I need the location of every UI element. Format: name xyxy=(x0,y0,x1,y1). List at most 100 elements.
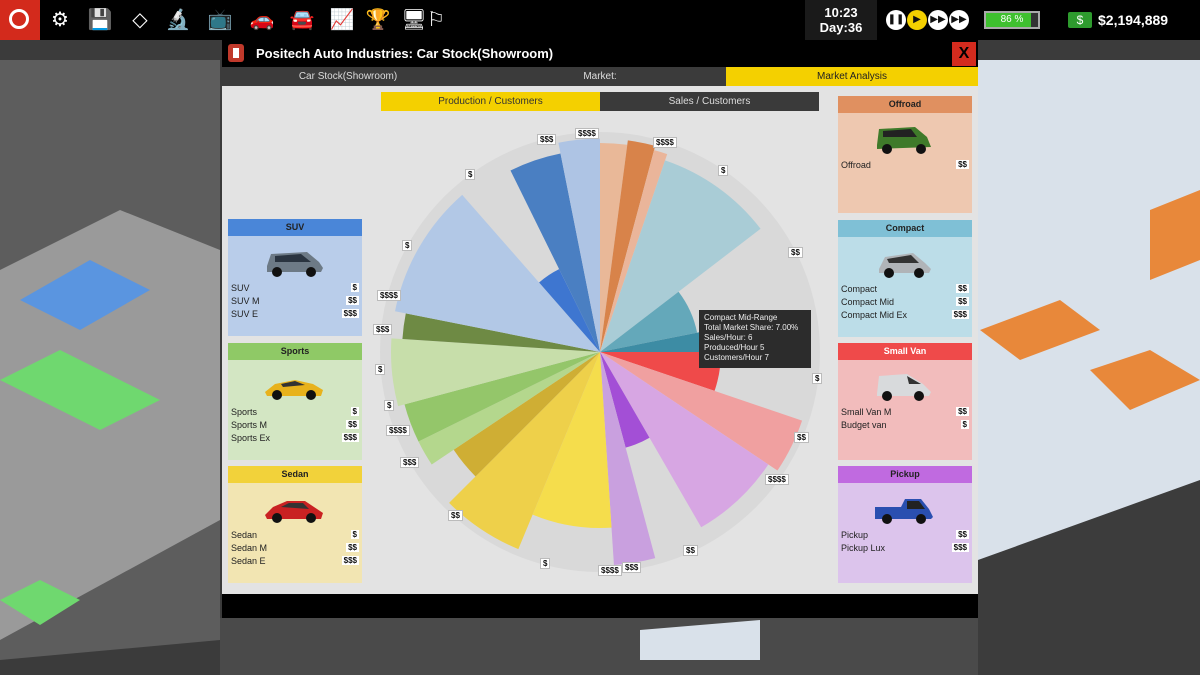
model-name: Pickup xyxy=(841,530,869,540)
category-card-offroad[interactable]: Offroad Offroad $$ xyxy=(838,96,972,213)
category-card-compact[interactable]: Compact Compact $$ Compact Mid $$ Compac… xyxy=(838,220,972,337)
clock-time: 10:23 xyxy=(824,5,858,20)
model-price: $$ xyxy=(346,296,359,305)
model-name: Sports xyxy=(231,407,258,417)
model-name: Sedan E xyxy=(231,556,266,566)
category-title: Pickup xyxy=(838,466,972,483)
marketing-tv-icon[interactable]: 📺 xyxy=(204,4,236,36)
pie-price-label: $$$ xyxy=(622,562,642,573)
tab-market[interactable]: Market: xyxy=(474,67,726,86)
close-button[interactable]: X xyxy=(952,42,976,66)
pause-button-icon[interactable]: ❚❚ xyxy=(886,10,906,30)
pie-price-label: $$$$ xyxy=(575,128,599,139)
pie-price-label: $ xyxy=(375,364,386,375)
pie-price-label: $$$$ xyxy=(765,474,789,485)
power-battery-meter: 86 % xyxy=(984,11,1040,29)
fast-forward-button-icon[interactable]: ▶▶ xyxy=(928,10,948,30)
model-price: $$ xyxy=(346,420,359,429)
layout-view-icon[interactable]: ◇ xyxy=(122,4,158,36)
signpost-icon[interactable]: ⚐ xyxy=(420,4,452,36)
pie-price-label: $$ xyxy=(794,432,809,443)
sedan-car-icon xyxy=(265,501,323,523)
fastest-forward-button-icon[interactable]: ▶▶ xyxy=(949,10,969,30)
cash-icon: $ xyxy=(1068,12,1092,28)
subtab-sales-customers[interactable]: Sales / Customers xyxy=(600,92,819,111)
model-name: Pickup Lux xyxy=(841,543,886,553)
pie-price-label: $$$ xyxy=(537,134,557,145)
suv-car-icon xyxy=(267,252,323,277)
model-price: $$ xyxy=(956,284,969,293)
model-price: $$$ xyxy=(341,309,359,318)
pie-price-label: $ xyxy=(465,169,476,180)
model-name: Compact Mid Ex xyxy=(841,310,908,320)
category-card-suv[interactable]: SUV SUV $ SUV M $$ SUV E $$$ xyxy=(228,219,362,336)
category-title: Small Van xyxy=(838,343,972,360)
pie-price-label: $ xyxy=(718,165,729,176)
pie-price-label: $$$ xyxy=(400,457,420,468)
model-name: Budget van xyxy=(841,420,887,430)
model-price: $ xyxy=(350,407,359,416)
dialog-footer xyxy=(222,594,978,618)
pie-price-label: $ xyxy=(402,240,413,251)
pie-price-label: $ xyxy=(384,400,395,411)
model-name: Sedan M xyxy=(231,543,268,553)
model-price: $$ xyxy=(346,543,359,552)
category-card-pickup[interactable]: Pickup Pickup $$ Pickup Lux $$$ xyxy=(838,466,972,583)
achievements-trophy-icon[interactable]: 🏆 xyxy=(362,4,394,36)
category-title: SUV xyxy=(228,219,362,236)
model-name: SUV M xyxy=(231,296,260,306)
model-name: SUV E xyxy=(231,309,259,319)
dialog-tabs: Car Stock(Showroom) Market: Market Analy… xyxy=(222,67,978,86)
pie-price-label: $$ xyxy=(683,545,698,556)
tab-market-analysis[interactable]: Market Analysis xyxy=(726,67,978,86)
pie-price-label: $$$ xyxy=(373,324,393,335)
pickup-truck-icon xyxy=(875,499,933,524)
dialog-title: Positech Auto Industries: Car Stock(Show… xyxy=(256,46,554,61)
tooltip-line: Compact Mid-Range xyxy=(704,313,778,322)
showroom-car-icon[interactable]: 🚘 xyxy=(284,4,320,36)
category-title: Compact xyxy=(838,220,972,237)
research-microscope-icon[interactable]: 🔬 xyxy=(162,4,194,36)
tooltip-line: Produced/Hour 5 xyxy=(704,343,765,352)
model-price: $$ xyxy=(956,530,969,539)
cash-balance: $2,194,889 xyxy=(1098,12,1169,28)
category-title: Sedan xyxy=(228,466,362,483)
model-name: Small Van M xyxy=(841,407,892,417)
battery-percent: 86 % xyxy=(1000,14,1024,25)
model-price: $ xyxy=(350,283,359,292)
subtab-production-customers[interactable]: Production / Customers xyxy=(381,92,600,111)
model-price: $ xyxy=(960,420,969,429)
game-clock: 10:23 Day:36 xyxy=(805,0,877,40)
finance-car-money-icon[interactable]: 🚗 xyxy=(242,4,282,36)
model-price: $ xyxy=(350,530,359,539)
category-card-sports[interactable]: Sports Sports $ Sports M $$ Sports Ex $$… xyxy=(228,343,362,460)
tooltip-line: Sales/Hour: 6 xyxy=(704,333,753,342)
small-van-car-icon xyxy=(877,374,931,401)
stats-chart-icon[interactable]: 📈 xyxy=(326,4,358,36)
main-menu-button[interactable] xyxy=(0,0,40,40)
model-name: Compact Mid xyxy=(841,297,895,307)
tooltip-line: Customers/Hour 7 xyxy=(704,353,769,362)
pie-price-label: $$$$ xyxy=(598,565,622,576)
pie-price-label: $$ xyxy=(788,247,803,258)
category-card-sedan[interactable]: Sedan Sedan $ Sedan M $$ Sedan E $$$ xyxy=(228,466,362,583)
model-price: $$$ xyxy=(951,543,969,552)
pie-price-label: $$ xyxy=(448,510,463,521)
save-disk-icon[interactable]: 💾 xyxy=(84,4,116,36)
model-name: Offroad xyxy=(841,160,871,170)
sports-car-icon xyxy=(265,380,323,400)
settings-gear-icon[interactable]: ⚙ xyxy=(44,4,76,36)
pie-slice-tooltip: Compact Mid-Range Total Market Share: 7.… xyxy=(699,310,811,368)
top-toolbar: ⚙ 💾 ◇ 🔬 📺 🚗 🚘 📈 🏆 🖥 ⚐ 10:23 Day:36 ❚❚ ▶ … xyxy=(0,0,1200,40)
compact-car-icon xyxy=(879,253,931,278)
clock-day: Day:36 xyxy=(819,20,863,35)
model-price: $$ xyxy=(956,297,969,306)
category-card-small-van[interactable]: Small Van Small Van M $$ Budget van $ xyxy=(838,343,972,460)
model-name: SUV xyxy=(231,283,250,293)
tab-car-stock[interactable]: Car Stock(Showroom) xyxy=(222,67,474,86)
category-title: Sports xyxy=(228,343,362,360)
company-logo-icon xyxy=(228,44,244,62)
play-button-icon[interactable]: ▶ xyxy=(907,10,927,30)
model-name: Sports Ex xyxy=(231,433,271,443)
tooltip-line: Total Market Share: 7.00% xyxy=(704,323,799,332)
